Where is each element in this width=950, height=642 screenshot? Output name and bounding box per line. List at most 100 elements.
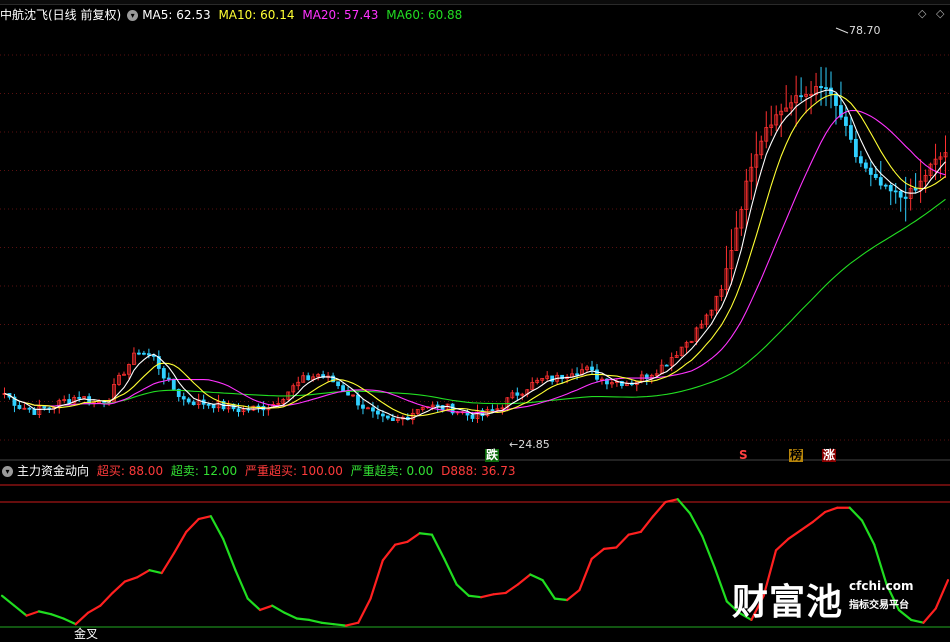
d888-segment <box>344 621 360 627</box>
indicator-level-label: D888: <box>441 464 478 478</box>
candle-body <box>356 394 360 406</box>
d888-segment <box>25 610 40 617</box>
d888-segment <box>357 597 372 624</box>
high-marker-line <box>835 27 849 34</box>
d888-segment <box>37 610 53 616</box>
d888-segment <box>516 573 532 586</box>
watermark-url: cfchi.com <box>849 579 914 593</box>
d888-segment <box>332 623 348 627</box>
d888-segment <box>615 533 630 549</box>
indicator-level-label: 超买: <box>96 464 125 478</box>
watermark-slogan: 指标交易平台 <box>849 600 909 611</box>
candle-body <box>799 95 804 98</box>
candle-body <box>470 414 475 419</box>
candle-body <box>863 162 868 169</box>
d888-segment <box>676 498 692 515</box>
indicator-title[interactable]: 主力资金动向 <box>17 464 89 478</box>
d888-segment <box>418 532 434 536</box>
indicator-header: ▾ 主力资金动向 超买: 88.00 超卖: 12.00 严重超买: 100.00… <box>0 462 523 480</box>
d888-segment <box>455 583 470 597</box>
d888-segment <box>701 535 716 569</box>
watermark-brand: 财富池 <box>732 581 844 623</box>
indicator-level-label: 严重超卖: <box>350 464 403 478</box>
candle-body <box>893 190 898 193</box>
d888-segment <box>271 604 286 614</box>
d888-segment <box>480 593 495 599</box>
d888-segment <box>283 611 298 620</box>
d888-segment <box>258 604 274 612</box>
candle-body <box>844 116 848 126</box>
d888-segment <box>553 597 569 602</box>
d888-segment <box>688 512 704 538</box>
d888-segment <box>246 597 262 612</box>
d888-segment <box>627 530 642 536</box>
d888-segment <box>860 519 876 546</box>
candle-body <box>67 399 72 404</box>
signal-s-badge: S <box>739 448 748 462</box>
candle-body <box>17 405 22 409</box>
candle-body <box>336 381 340 387</box>
d888-segment <box>234 569 249 600</box>
d888-segment <box>430 533 446 560</box>
candle-body <box>77 397 82 399</box>
d888-segment <box>467 594 483 599</box>
candle-body <box>171 378 176 390</box>
candle-body <box>211 404 216 409</box>
candle-body <box>380 413 385 417</box>
dropdown-circle-icon[interactable]: ▾ <box>2 466 13 477</box>
d888-segment <box>787 529 802 541</box>
candle-body <box>858 156 863 164</box>
d888-segment <box>910 618 925 624</box>
candle-body <box>361 404 365 409</box>
d888-segment <box>578 557 593 592</box>
candle-body <box>490 409 495 412</box>
d888-segment <box>320 621 335 626</box>
d888-segment <box>99 591 114 607</box>
d888-segment <box>897 608 913 622</box>
d888-segment <box>406 532 421 543</box>
d888-segment <box>13 604 28 617</box>
indicator-level-label: 严重超买: <box>244 464 298 478</box>
candle-body <box>883 184 888 187</box>
candle-body <box>873 174 878 178</box>
indicator-level-value: 100.00 <box>300 464 343 478</box>
d888-segment <box>295 617 311 622</box>
candle-body <box>664 364 669 367</box>
candle-body <box>366 407 370 410</box>
candle-body <box>385 415 390 419</box>
d888-segment <box>602 546 618 551</box>
candle-body <box>236 408 241 413</box>
d888-segment <box>799 520 814 532</box>
d888-segment <box>123 576 139 583</box>
candle-body <box>371 407 375 412</box>
d888-segment <box>590 547 606 560</box>
indicator-level-value: 12.00 <box>202 464 238 478</box>
d888-segment <box>172 530 188 555</box>
candle-body <box>161 368 166 379</box>
price-and-indicator-chart <box>0 27 950 628</box>
candle-body <box>146 353 151 356</box>
candle-body <box>849 125 853 140</box>
candle-body <box>898 190 903 198</box>
candle-body <box>186 398 191 403</box>
signal-zhang-badge: 涨 <box>822 448 837 462</box>
candle-body <box>575 373 579 376</box>
d888-segment <box>50 613 65 620</box>
d888-segment <box>0 594 16 607</box>
candle-body <box>390 417 395 421</box>
candle-body <box>868 167 873 175</box>
ma10-line <box>4 93 946 417</box>
low-price-label: ←24.85 <box>509 438 550 451</box>
ma5-line <box>4 89 946 420</box>
d888-segment <box>566 588 581 602</box>
candle-body <box>181 396 186 400</box>
watermark-logo: 财富池 cfchi.com 指标交易平台 <box>732 573 914 625</box>
d888-segment <box>197 515 212 521</box>
d888-segment <box>209 515 225 541</box>
candle-body <box>27 407 32 410</box>
d888-segment <box>160 552 176 575</box>
d888-segment <box>774 537 790 552</box>
d888-segment <box>308 618 323 624</box>
d888-segment <box>74 611 90 626</box>
signal-die-badge: 跌 <box>485 448 500 462</box>
